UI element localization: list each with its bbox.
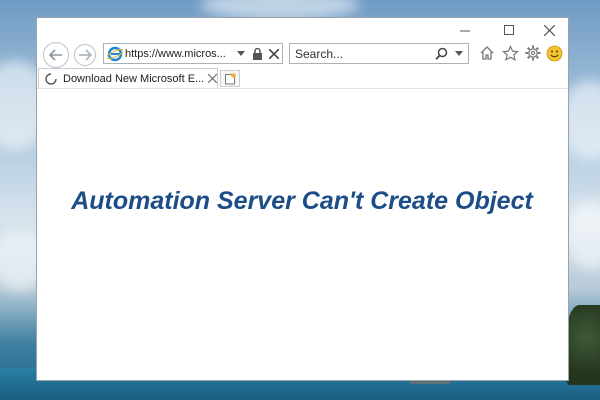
minimize-button[interactable] (451, 21, 479, 39)
smiley-feedback-icon (546, 45, 562, 61)
address-url: https://www.micros... (125, 47, 226, 60)
search-dropdown-icon[interactable] (455, 50, 463, 57)
home-icon (480, 46, 494, 60)
address-bar[interactable]: https://www.micros... (103, 43, 283, 64)
settings-gear-icon (525, 45, 541, 61)
home-button[interactable] (478, 44, 496, 62)
back-button[interactable] (43, 42, 69, 68)
forward-button[interactable] (74, 44, 96, 66)
tab-title: Download New Microsoft E... (63, 72, 205, 85)
loading-spinner-icon (45, 72, 57, 85)
close-button[interactable] (535, 21, 563, 39)
minimize-icon (460, 30, 470, 32)
tab-close-icon[interactable] (208, 74, 217, 83)
title-bar (37, 18, 568, 42)
stop-icon[interactable] (269, 48, 279, 59)
dropdown-icon[interactable] (237, 50, 245, 57)
page-headline: Automation Server Can't Create Object (71, 187, 533, 215)
tab-active[interactable]: Download New Microsoft E... (38, 68, 218, 88)
new-tab-button[interactable] (220, 70, 240, 87)
new-tab-icon (225, 72, 236, 84)
ie-logo-icon (107, 46, 123, 61)
close-icon (543, 24, 555, 36)
favorites-button[interactable] (501, 44, 519, 62)
forward-icon (79, 49, 92, 61)
settings-button[interactable] (524, 44, 542, 62)
maximize-button[interactable] (495, 21, 523, 39)
search-box (289, 43, 469, 64)
favorites-star-icon (501, 44, 519, 61)
search-icon[interactable] (435, 47, 448, 60)
page-content: Automation Server Can't Create Object (37, 89, 568, 380)
tab-row: Download New Microsoft E... (37, 68, 568, 89)
back-icon (48, 49, 62, 61)
browser-window: https://www.micros... Search... Download… (36, 17, 569, 381)
maximize-icon (504, 25, 514, 35)
feedback-button[interactable] (545, 44, 563, 62)
lock-icon[interactable] (252, 47, 263, 60)
search-input[interactable] (295, 46, 435, 61)
